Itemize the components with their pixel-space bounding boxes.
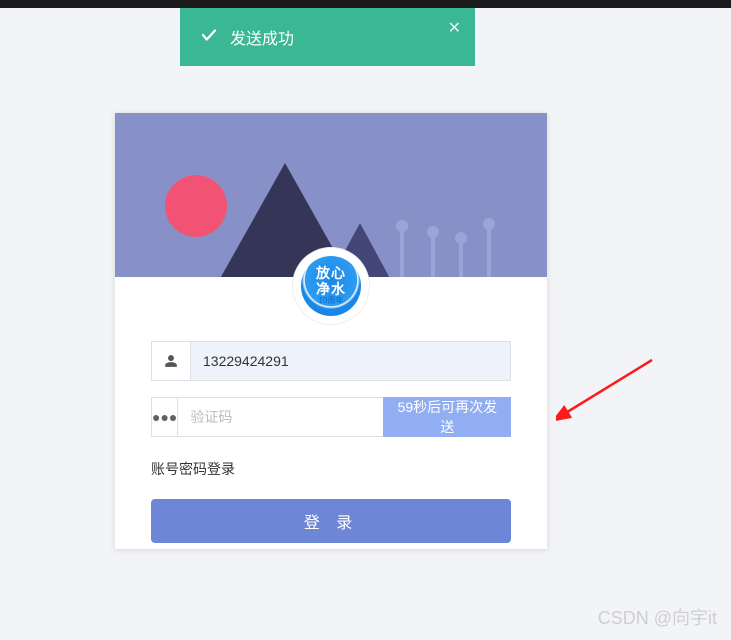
logo-sub: 10周年 <box>319 297 344 306</box>
logo-text: 放心 <box>316 266 346 281</box>
phone-row <box>151 341 511 381</box>
check-icon <box>200 26 218 49</box>
logo-text: 净水 <box>316 282 346 297</box>
user-icon <box>151 341 191 381</box>
success-toast: 发送成功 ✕ <box>180 8 475 66</box>
login-card: 放心 净水 10周年 ●●● 59秒后可再次发送 账号密码登录 登 录 <box>115 113 547 549</box>
login-button[interactable]: 登 录 <box>151 499 511 543</box>
banner-lamp <box>459 237 463 277</box>
banner-lamp <box>431 231 435 277</box>
code-row: ●●● 59秒后可再次发送 <box>151 397 511 437</box>
send-code-button[interactable]: 59秒后可再次发送 <box>383 397 511 437</box>
logo-badge: 放心 净水 10周年 <box>301 256 361 316</box>
watermark: CSDN @向宇it <box>598 604 717 630</box>
toast-message: 发送成功 <box>230 25 294 49</box>
code-input[interactable] <box>178 397 383 437</box>
close-icon[interactable]: ✕ <box>448 18 461 38</box>
avatar: 放心 净水 10周年 <box>293 248 369 324</box>
dots-icon: ●●● <box>151 397 178 437</box>
annotation-arrow <box>556 354 666 454</box>
window-topbar <box>0 0 731 8</box>
banner-lamp <box>400 225 404 277</box>
password-login-link[interactable]: 账号密码登录 <box>151 459 235 479</box>
phone-input[interactable] <box>191 341 511 381</box>
banner-lamp <box>487 223 491 277</box>
